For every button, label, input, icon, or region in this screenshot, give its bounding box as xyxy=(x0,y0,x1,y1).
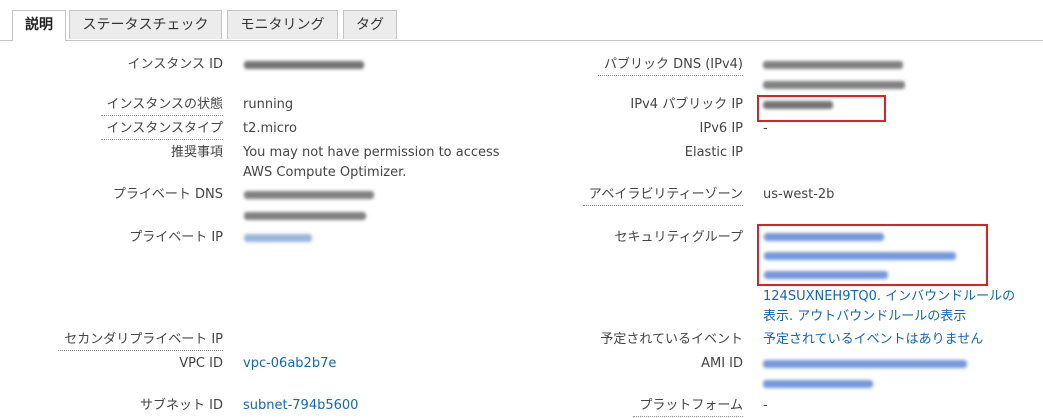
security-group-link-redacted-3[interactable] xyxy=(764,271,888,279)
private-dns-value-redacted-2 xyxy=(244,212,366,220)
recommendation-line2: AWS Compute Optimizer. xyxy=(243,165,407,180)
tab-description[interactable]: 説明 xyxy=(12,10,66,41)
vpc-id-label: VPC ID xyxy=(179,356,223,371)
tab-bar: 説明 ステータスチェック モニタリング タグ xyxy=(0,0,1043,41)
ipv4-public-ip-label: IPv4 パブリック IP xyxy=(630,97,743,112)
security-group-outbound-link[interactable]: 表示. アウトバウンドルールの表示 xyxy=(763,307,966,327)
scheduled-events-value[interactable]: 予定されているイベントはありません xyxy=(763,330,983,350)
instance-id-label: インスタンス ID xyxy=(127,57,223,72)
ami-id-label: AMI ID xyxy=(701,356,743,371)
platform-value: - xyxy=(763,398,768,413)
elastic-ip-label: Elastic IP xyxy=(684,145,743,160)
security-group-id-inbound-link[interactable]: 124SUXNEH9TQ0. インバウンドルールの xyxy=(763,287,1015,307)
ipv6-value: - xyxy=(763,121,768,136)
public-dns-value-redacted-1 xyxy=(763,61,903,69)
private-dns-label: プライベート DNS xyxy=(112,187,223,202)
ami-id-link-redacted-2[interactable] xyxy=(763,380,873,388)
subnet-id-link[interactable]: subnet-794b5600 xyxy=(243,396,358,416)
instance-state-value: running xyxy=(243,97,294,112)
instance-type-label: インスタンスタイプ xyxy=(100,119,223,140)
public-dns-label: パブリック DNS (IPv4) xyxy=(597,55,743,76)
instance-type-value: t2.micro xyxy=(243,121,297,136)
availability-zone-value: us-west-2b xyxy=(763,187,835,202)
tab-tags[interactable]: タグ xyxy=(343,10,397,39)
private-ip-label: プライベート IP xyxy=(129,230,223,245)
instance-state-label: インスタンスの状態 xyxy=(100,95,223,116)
ipv6-label: IPv6 IP xyxy=(699,121,743,136)
secondary-private-ip-label: セカンダリプライベート IP xyxy=(58,330,223,351)
recommendation-label: 推奨事項 xyxy=(170,145,223,160)
tab-monitoring[interactable]: モニタリング xyxy=(227,10,338,39)
public-dns-value-redacted-2 xyxy=(763,81,905,89)
private-dns-value-redacted-1 xyxy=(244,191,374,199)
security-group-link-redacted-2[interactable] xyxy=(764,252,956,260)
availability-zone-label: アベイラビリティーゾーン xyxy=(582,185,743,206)
ipv4-public-ip-value-redacted xyxy=(763,101,833,109)
security-group-label: セキュリティグループ xyxy=(614,230,743,245)
recommendation-line1: You may not have permission to access xyxy=(243,145,500,160)
security-group-link-redacted-1[interactable] xyxy=(764,233,884,241)
tab-status-checks[interactable]: ステータスチェック xyxy=(69,10,222,39)
scheduled-events-label: 予定されているイベント xyxy=(600,332,743,347)
subnet-id-label: サブネット ID xyxy=(140,398,223,413)
instance-id-value-redacted xyxy=(244,61,364,69)
platform-label: プラットフォーム xyxy=(633,396,743,417)
vpc-id-link[interactable]: vpc-06ab2b7e xyxy=(243,354,336,374)
private-ip-value-redacted xyxy=(244,234,312,242)
ami-id-link-redacted-1[interactable] xyxy=(763,360,967,368)
